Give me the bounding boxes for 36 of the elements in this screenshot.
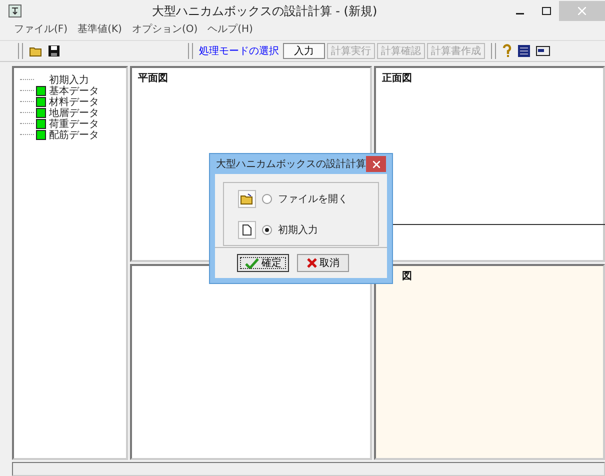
close-icon	[578, 7, 586, 15]
maximize-icon	[542, 7, 550, 15]
menu-item[interactable]: ヘルプ(H)	[208, 22, 253, 36]
open-folder-icon[interactable]	[29, 45, 43, 57]
page-icon	[242, 224, 252, 236]
cancel-button[interactable]: 取消	[297, 254, 349, 272]
close-icon	[372, 160, 380, 168]
radio-button[interactable]	[262, 224, 272, 234]
menu-item[interactable]: オプション(O)	[132, 22, 198, 36]
tree-item[interactable]: 荷重データ	[49, 116, 99, 130]
pane-title: 平面図	[138, 73, 168, 84]
option-label: 初期入力	[278, 224, 318, 236]
mode-button[interactable]: 入力	[283, 43, 325, 59]
tree-item[interactable]: 地層データ	[49, 106, 99, 120]
tree-item[interactable]: 材料データ	[49, 94, 99, 108]
pane-title: 正面図	[382, 73, 412, 84]
option-label: ファイルを開く	[278, 192, 348, 206]
window-title: 大型ハニカムボックスの設計計算 - (新規)	[150, 2, 378, 20]
save-icon[interactable]	[48, 45, 60, 57]
help-icon[interactable]	[502, 44, 512, 58]
tree-item[interactable]: 初期入力	[49, 72, 89, 86]
folder-icon	[240, 192, 254, 204]
menu-item[interactable]: 基準値(K)	[78, 22, 122, 36]
ok-button[interactable]: 確定	[237, 254, 289, 272]
tree-item[interactable]: 配筋データ	[49, 128, 99, 142]
radio-button[interactable]	[262, 194, 272, 204]
card-icon[interactable]	[536, 46, 550, 56]
cross-icon	[306, 258, 316, 268]
app-icon	[8, 4, 22, 18]
close-button[interactable]	[366, 156, 386, 172]
dialog-title: 大型ハニカムボックスの設計計算	[215, 158, 366, 171]
pane-title: 図	[402, 271, 412, 282]
checkmark-icon	[244, 258, 258, 268]
menu-item[interactable]: ファイル(F)	[14, 22, 68, 36]
mode-label: 処理モードの選択	[199, 45, 279, 58]
tree-item[interactable]: 基本データ	[49, 84, 99, 98]
